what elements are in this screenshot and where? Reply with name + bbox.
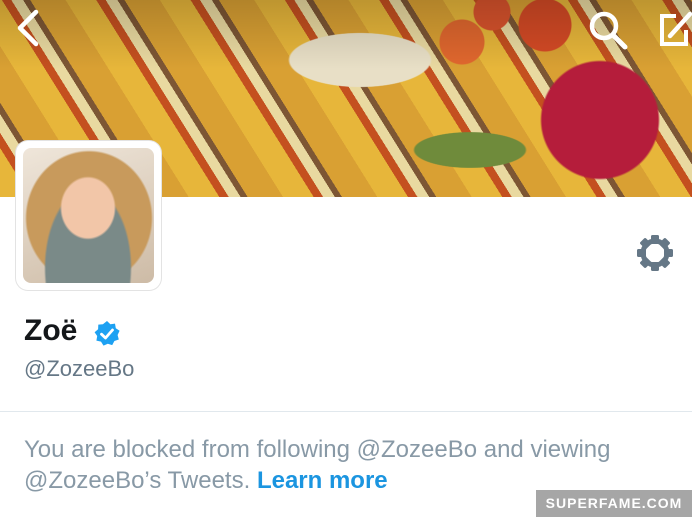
verified-badge-icon (94, 321, 120, 346)
back-chevron-icon[interactable] (12, 8, 46, 48)
profile-handle: @ZozeeBo (24, 356, 135, 381)
learn-more-link[interactable]: Learn more (257, 467, 388, 494)
gear-icon[interactable] (632, 230, 678, 276)
blocked-notice: You are blocked from following @ZozeeBo … (24, 434, 684, 496)
compose-icon[interactable] (652, 8, 692, 52)
search-icon[interactable] (586, 8, 630, 52)
avatar-photo (23, 148, 154, 283)
profile-display-name: Zoë (24, 314, 78, 347)
divider (0, 411, 692, 412)
profile-avatar[interactable] (16, 141, 161, 290)
watermark: SUPERFAME.COM (536, 490, 692, 517)
